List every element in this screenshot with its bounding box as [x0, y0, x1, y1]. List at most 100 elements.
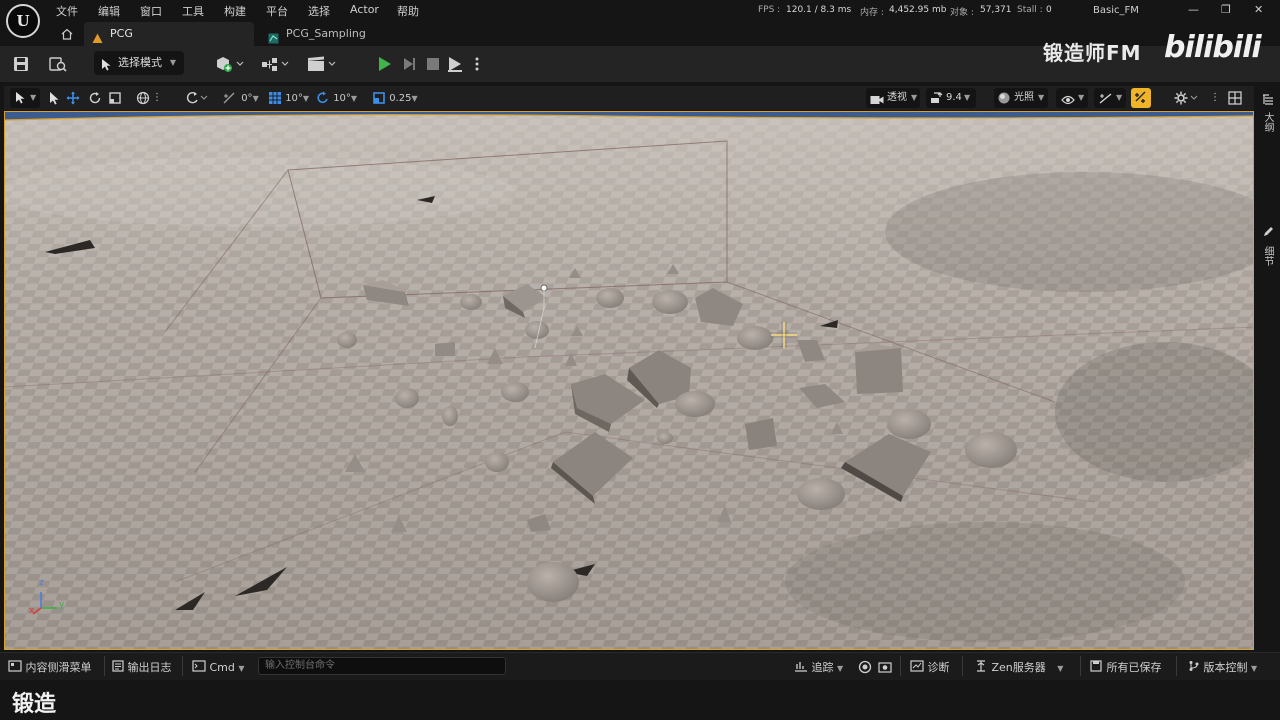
axis-indicator: z x y [23, 578, 83, 618]
side-panel [1256, 86, 1280, 652]
chevron-down-icon: ▼ [964, 93, 971, 102]
scale-snap-toggle[interactable]: 0.25▼ [372, 91, 418, 105]
menu-select[interactable]: 选择 [308, 3, 330, 19]
stop-icon[interactable] [424, 55, 444, 73]
scale-snap-value: 0.25 [389, 93, 412, 104]
realtime-dropdown[interactable]: ▼ [1094, 88, 1126, 108]
blueprint-icon[interactable] [260, 55, 292, 73]
level-icon [92, 29, 103, 43]
console-icon [192, 660, 206, 672]
server-icon [977, 660, 985, 672]
diagnostics-button[interactable]: 诊断 [910, 660, 950, 674]
home-icon[interactable] [60, 27, 74, 41]
show-flags-dropdown[interactable]: ▼ [1056, 88, 1088, 108]
maximize-button[interactable]: ❐ [1221, 3, 1231, 16]
side-tab-outliner[interactable]: 大纲 [1260, 112, 1275, 132]
camera-icon [870, 93, 884, 113]
scale-icon[interactable] [108, 91, 122, 105]
selection-mode-dropdown[interactable]: 选择模式 ▼ [94, 51, 184, 75]
surface-snap-icon[interactable] [186, 91, 210, 105]
select-mode-icon [100, 56, 113, 80]
cinematics-icon[interactable] [306, 55, 338, 73]
chevron-down-icon: ▼ [30, 93, 37, 102]
snap-icon [1135, 91, 1146, 103]
menu-build[interactable]: 构建 [224, 3, 246, 19]
menu-window[interactable]: 窗口 [140, 3, 162, 19]
stall-label: Stall : [1017, 5, 1043, 15]
menu-file[interactable]: 文件 [56, 3, 78, 19]
output-log-label: 输出日志 [127, 661, 172, 674]
snap-toggle-button[interactable] [1131, 88, 1151, 108]
rotate-snap-toggle[interactable]: 10°▼ [316, 91, 357, 105]
select-arrow-icon[interactable] [48, 91, 60, 105]
output-log-button[interactable]: 输出日志 [112, 660, 172, 674]
output-log-icon [112, 660, 124, 672]
console-command-input[interactable]: 输入控制台命令 [258, 657, 506, 675]
save-all-status[interactable]: 所有已保存 [1090, 660, 1162, 674]
content-drawer-button[interactable]: 内容侧滑菜单 [8, 660, 92, 674]
menu-edit[interactable]: 编辑 [98, 3, 120, 19]
gear-icon[interactable] [1174, 91, 1200, 105]
chevron-down-icon: ▼ [1116, 93, 1123, 102]
axis-x-label: x [29, 606, 35, 616]
tab-label: PCG [110, 27, 133, 40]
menu-tools[interactable]: 工具 [182, 3, 204, 19]
play-icon[interactable] [375, 55, 395, 73]
world-icon[interactable] [136, 91, 150, 105]
viewport-options-button[interactable]: ▼ [10, 88, 40, 108]
level-viewport[interactable]: z x y [4, 111, 1254, 650]
step-icon[interactable] [400, 55, 420, 73]
translate-icon[interactable] [66, 91, 80, 105]
source-control-dropdown[interactable]: 版本控制 ▼ [1188, 660, 1257, 674]
objects-label: 对象 : [950, 8, 974, 18]
rotation-snap-toggle[interactable]: 0°▼ [222, 91, 259, 105]
source-control-label: 版本控制 [1203, 661, 1248, 674]
camera-speed-value: 9.4 [946, 92, 962, 103]
minimize-button[interactable]: — [1188, 3, 1199, 16]
save-status-icon [1090, 660, 1102, 672]
grid-snap-value: 10° [285, 93, 303, 104]
menu-actor[interactable]: Actor [350, 3, 379, 16]
grid-snap-toggle[interactable]: 10°▼ [268, 91, 309, 105]
view-mode-dropdown[interactable]: 透视 ▼ [866, 88, 920, 108]
viewport-scene [5, 112, 1253, 649]
close-button[interactable]: ✕ [1254, 3, 1263, 16]
more-icon[interactable]: ⋮ [152, 91, 162, 105]
menu-platform[interactable]: 平台 [266, 3, 288, 19]
lighting-mode-dropdown[interactable]: 光照 ▼ [994, 88, 1048, 108]
cmd-label: Cmd [209, 661, 235, 674]
uploader-watermark: 锻造师FM [1043, 41, 1142, 65]
select-mode-icon [14, 91, 27, 112]
more-icon[interactable]: ⋮ [1210, 91, 1220, 105]
save-icon[interactable] [12, 55, 32, 73]
lit-sphere-icon [998, 92, 1010, 112]
eject-icon[interactable] [446, 55, 466, 73]
status-divider [900, 656, 901, 676]
content-drawer-label: 内容侧滑菜单 [25, 661, 92, 674]
layout-icon[interactable] [1228, 91, 1242, 105]
tab-pcg-sampling[interactable]: PCG_Sampling [260, 22, 380, 46]
zen-server-dropdown[interactable]: Zen服务器 ▼ [974, 660, 1063, 674]
camera-speed-dropdown[interactable]: 9.4 ▼ [926, 88, 976, 108]
tab-pcg[interactable]: PCG [84, 22, 254, 46]
memory-value: 4,452.95 mb [889, 5, 947, 15]
video-subtitle: 锻造 [12, 692, 57, 717]
record-button[interactable] [858, 660, 872, 674]
add-actor-icon[interactable] [214, 55, 246, 73]
realtime-icon [1099, 92, 1113, 112]
diagnostics-label: 诊断 [927, 661, 950, 674]
record-icon [858, 660, 872, 674]
unreal-logo[interactable]: U [6, 4, 40, 38]
more-icon[interactable] [472, 55, 482, 73]
rotate-snap-value: 10° [333, 93, 351, 104]
save-all-label: 所有已保存 [1106, 661, 1162, 674]
cmd-dropdown[interactable]: Cmd ▼ [192, 660, 245, 674]
screenshot-button[interactable] [878, 660, 892, 674]
side-tab-details[interactable]: 细节 [1260, 246, 1275, 266]
menu-help[interactable]: 帮助 [397, 3, 419, 19]
chevron-down-icon: ▼ [837, 664, 844, 673]
rotate-icon[interactable] [88, 91, 102, 105]
trace-dropdown[interactable]: 追踪 ▼ [794, 660, 843, 674]
browse-icon[interactable] [48, 55, 68, 73]
status-divider [104, 656, 105, 676]
